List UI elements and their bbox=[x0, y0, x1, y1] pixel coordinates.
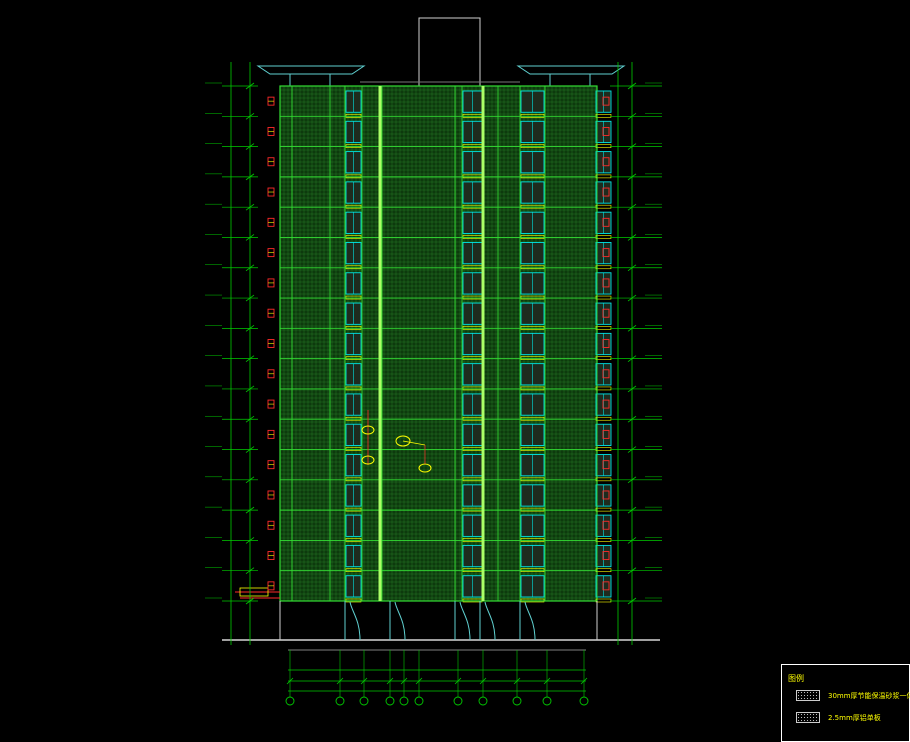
column-highlight bbox=[481, 86, 485, 601]
legend-item-label: 2.5mm厚铝单板 bbox=[828, 714, 881, 722]
dotted-fill-swatch bbox=[796, 712, 820, 723]
elevation-drawing bbox=[0, 0, 910, 742]
legend-item-label: 30mm厚节能保温砂浆一体板 bbox=[828, 692, 910, 700]
dotted-fill-swatch bbox=[796, 690, 820, 701]
facade-body bbox=[279, 85, 598, 602]
legend-title: 图例 bbox=[788, 674, 804, 683]
legend-box: 图例 30mm厚节能保温砂浆一体板 2.5mm厚铝单板 bbox=[781, 664, 910, 742]
column-highlight bbox=[378, 86, 382, 601]
